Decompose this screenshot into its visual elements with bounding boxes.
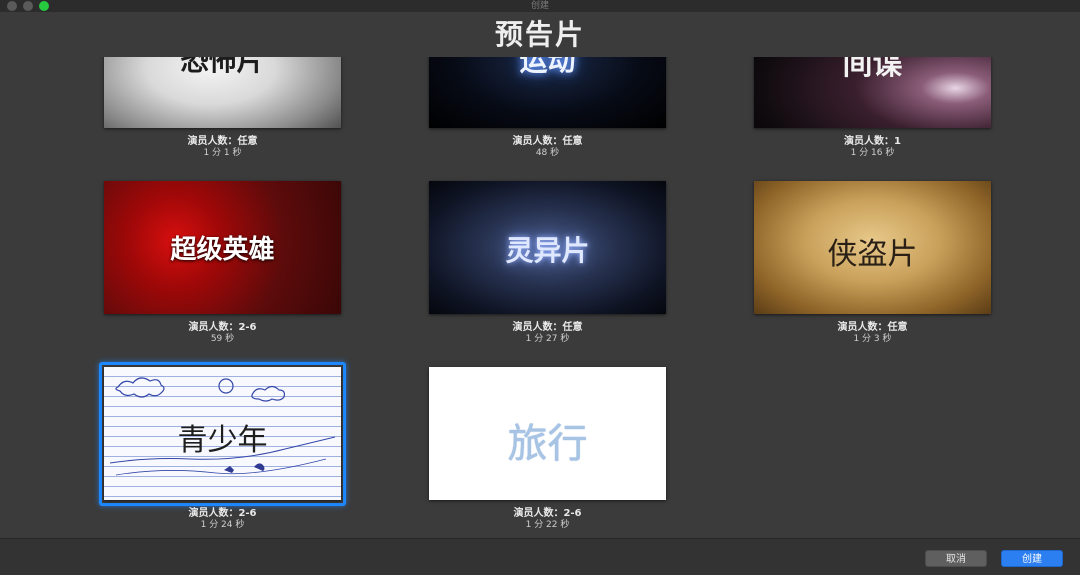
trailer-duration: 1 分 16 秒 [850, 148, 895, 158]
trailer-cast-count: 演员人数：2-6 [188, 322, 257, 333]
trailer-thumbnail-title: 侠盗片 [827, 237, 918, 272]
trailer-thumbnail-spy[interactable]: 间谍 [754, 57, 991, 128]
trailer-cast-count: 演员人数：任意 [512, 136, 583, 147]
trailer-grid: 恐怖片 演员人数：任意 1 分 1 秒 运动 演员人数：任意 48 秒 间谍 演… [0, 57, 1080, 538]
trailer-cast-count: 演员人数：任意 [512, 322, 583, 333]
trailer-cast-count: 演员人数：任意 [187, 136, 258, 147]
trailer-info: 演员人数：任意 1 分 3 秒 [734, 321, 1011, 345]
trailer-thumbnail-superhero[interactable]: 超级英雄 [104, 181, 341, 314]
trailer-info: 演员人数：1 1 分 16 秒 [734, 135, 1011, 159]
cancel-button[interactable]: 取消 [925, 550, 987, 567]
trailer-cast-count: 演员人数：2-6 [513, 508, 582, 519]
bottom-toolbar: 取消 创建 [0, 538, 1080, 575]
trailer-thumbnail-title: 超级英雄 [170, 235, 275, 265]
trailer-cast-count: 演员人数：任意 [837, 322, 908, 333]
title-bar: 创建 [0, 0, 1080, 12]
trailer-duration: 1 分 3 秒 [853, 334, 892, 344]
trailer-duration: 1 分 24 秒 [200, 520, 245, 530]
window-title: 创建 [530, 1, 549, 11]
trailer-thumbnail-teen[interactable]: 青少年 [104, 367, 341, 500]
trailer-info: 演员人数：任意 48 秒 [409, 135, 686, 159]
trailer-chooser-window: 创建 预告片 恐怖片 演员人数：任意 1 分 1 秒 运动 演员人数：任意 48… [0, 0, 1080, 575]
create-button[interactable]: 创建 [1001, 550, 1063, 567]
trailer-duration: 59 秒 [210, 334, 235, 344]
trailer-cast-count: 演员人数：1 [844, 136, 901, 147]
trailer-thumbnail-title: 间谍 [842, 57, 903, 82]
trailer-thumbnail-horror[interactable]: 恐怖片 [104, 57, 341, 128]
trailer-thumbnail-supernatural[interactable]: 灵异片 [429, 181, 666, 314]
trailer-thumbnail-sports[interactable]: 运动 [429, 57, 666, 128]
trailer-info: 演员人数：任意 1 分 1 秒 [84, 135, 361, 159]
trailer-thumbnail-title: 运动 [519, 57, 576, 77]
trailer-cast-count: 演员人数：2-6 [188, 508, 257, 519]
trailer-duration: 1 分 22 秒 [525, 520, 570, 530]
trailer-info: 演员人数：2-6 59 秒 [84, 321, 361, 345]
trailer-duration: 1 分 27 秒 [525, 334, 570, 344]
trailer-thumbnail-travel[interactable]: 旅行 [429, 367, 666, 500]
trailer-duration: 48 秒 [535, 148, 560, 158]
trailer-thumbnail-swashbuckler[interactable]: 侠盗片 [754, 181, 991, 314]
trailer-thumbnail-title: 青少年 [177, 423, 268, 458]
trailer-duration: 1 分 1 秒 [203, 148, 242, 158]
trailer-info: 演员人数：2-6 1 分 22 秒 [409, 507, 686, 531]
trailer-info: 演员人数：任意 1 分 27 秒 [409, 321, 686, 345]
trailer-info: 演员人数：2-6 1 分 24 秒 [84, 507, 361, 531]
trailer-thumbnail-title: 旅行 [507, 421, 588, 467]
trailer-thumbnail-title: 恐怖片 [180, 57, 265, 77]
page-title: 预告片 [494, 18, 585, 51]
trailer-thumbnail-title: 灵异片 [505, 234, 590, 267]
